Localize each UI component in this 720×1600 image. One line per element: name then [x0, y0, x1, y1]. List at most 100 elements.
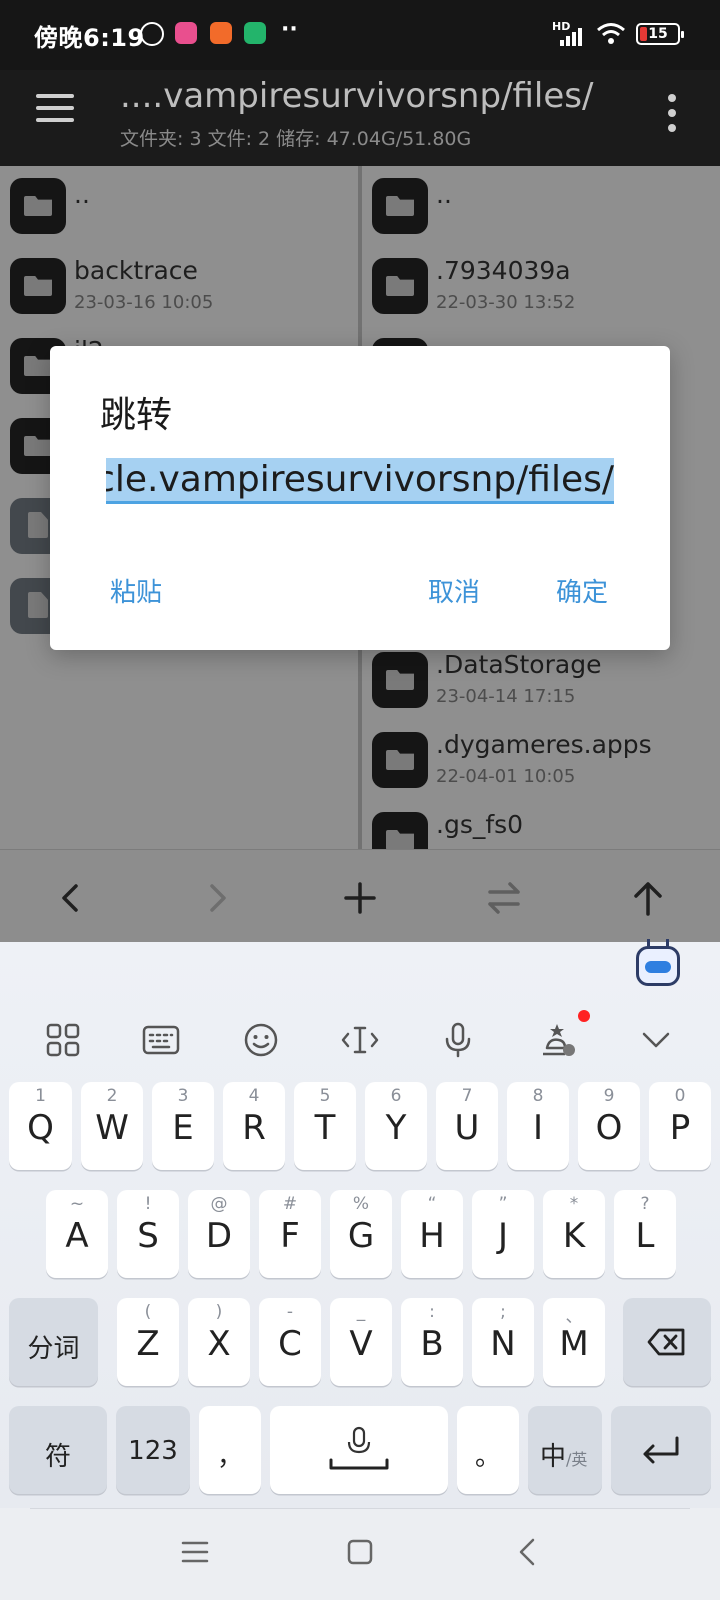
menu-icon[interactable] [36, 94, 76, 124]
numbers-key[interactable]: 123 [116, 1406, 190, 1494]
signal-icon [560, 28, 586, 46]
keyboard-layout-icon[interactable] [139, 1018, 183, 1062]
key-b[interactable]: :B [401, 1298, 463, 1386]
key-g[interactable]: % G [330, 1190, 392, 1278]
storage-info: 文件夹: 3 文件: 2 储存: 47.04G/51.80G [120, 128, 472, 150]
paste-button[interactable]: 粘贴 [110, 572, 162, 609]
key-u[interactable]: 7U [436, 1082, 498, 1170]
key-c[interactable]: -C [259, 1298, 321, 1386]
list-item[interactable]: .7934039a 22-03-30 13:52 [362, 246, 720, 326]
key-e[interactable]: 3E [152, 1082, 214, 1170]
current-path[interactable]: ....vampiresurvivorsnp/files/ [120, 76, 593, 116]
key-s[interactable]: ! S [117, 1190, 179, 1278]
microphone-icon[interactable] [436, 1018, 480, 1062]
cancel-button[interactable]: 取消 [428, 572, 480, 609]
symbols-key[interactable]: 符 [9, 1406, 107, 1494]
key-y[interactable]: 6Y [365, 1082, 427, 1170]
key-a[interactable]: ~ A [46, 1190, 108, 1278]
key-z[interactable]: (Z [117, 1298, 179, 1386]
list-item[interactable]: .gs_fs0 [362, 800, 720, 849]
phone-icon [244, 22, 266, 44]
list-item[interactable]: .. [362, 166, 720, 246]
enter-key[interactable] [611, 1406, 711, 1494]
bottom-toolbar [0, 849, 720, 942]
battery-icon: 15 [636, 23, 684, 45]
forward-icon[interactable] [194, 876, 238, 920]
key-x[interactable]: ) X [188, 1298, 250, 1386]
key-i[interactable]: 8I [507, 1082, 569, 1170]
recents-icon[interactable] [175, 1532, 215, 1572]
language-toggle-key[interactable]: 中/英 [528, 1406, 602, 1494]
jump-dialog: 跳转 ncle.vampiresurvivorsnp/files/ 粘贴 取消 … [50, 346, 670, 650]
list-item[interactable]: .. [0, 166, 358, 246]
key-p[interactable]: 0P [649, 1082, 711, 1170]
more-options-icon[interactable] [666, 94, 678, 134]
confirm-button[interactable]: 确定 [556, 572, 608, 609]
key-f[interactable]: # F [259, 1190, 321, 1278]
back-icon[interactable] [50, 876, 94, 920]
key-q[interactable]: 1Q [9, 1082, 72, 1170]
keyboard-toolbar [0, 1002, 720, 1082]
folder-icon [372, 258, 428, 314]
skin-ad-icon[interactable] [535, 1018, 579, 1062]
up-icon[interactable] [626, 876, 670, 920]
file-name: .dygameres.apps [436, 730, 652, 759]
list-item[interactable]: .dygameres.apps 22-04-01 10:05 [362, 720, 720, 800]
more-notifications-icon: ·· [281, 17, 298, 42]
key-n[interactable]: ; N [472, 1298, 534, 1386]
bilibili-app-icon [175, 22, 197, 44]
key-r[interactable]: 4R [223, 1082, 285, 1170]
swap-icon[interactable] [482, 876, 526, 920]
file-name: backtrace [74, 256, 198, 285]
folder-icon [10, 178, 66, 234]
key-t[interactable]: 5T [294, 1082, 356, 1170]
key-m[interactable]: 、 M [543, 1298, 605, 1386]
add-icon[interactable] [338, 876, 382, 920]
file-name: .DataStorage [436, 650, 602, 679]
home-icon[interactable] [340, 1532, 380, 1572]
emoji-icon[interactable] [239, 1018, 283, 1062]
path-input[interactable]: ncle.vampiresurvivorsnp/files/ [106, 456, 614, 504]
word-segment-key[interactable]: 分词 [9, 1298, 98, 1386]
alarm-icon [140, 22, 164, 46]
space-mic-icon [329, 1426, 389, 1470]
backspace-icon [647, 1328, 685, 1356]
system-nav-bar [0, 1508, 720, 1600]
comma-key[interactable]: ， [199, 1406, 261, 1494]
file-name: .. [436, 180, 452, 209]
file-date: 23-04-14 17:15 [436, 686, 576, 707]
key-k[interactable]: * K [543, 1190, 605, 1278]
status-bar: 傍晚6:19 ·· HD 15 [0, 0, 720, 70]
file-name: .. [74, 180, 90, 209]
key-o[interactable]: 9O [578, 1082, 640, 1170]
key-l[interactable]: ? L [614, 1190, 676, 1278]
key-w[interactable]: 2W [81, 1082, 143, 1170]
folder-icon [372, 178, 428, 234]
apps-grid-icon[interactable] [41, 1018, 85, 1062]
file-name: .gs_fs0 [436, 810, 524, 839]
list-item[interactable]: backtrace 23-03-16 10:05 [0, 246, 358, 326]
key-v[interactable]: _ V [330, 1298, 392, 1386]
battery-level: 15 [648, 26, 668, 42]
space-key[interactable] [270, 1406, 448, 1494]
text-cursor-icon[interactable] [338, 1018, 382, 1062]
dialog-title: 跳转 [100, 395, 173, 436]
period-key[interactable]: 。 [457, 1406, 519, 1494]
notification-dot [578, 1010, 590, 1022]
file-name: .7934039a [436, 256, 571, 285]
folder-icon [372, 812, 428, 849]
status-time: 傍晚6:19 [34, 24, 145, 52]
nav-back-icon[interactable] [508, 1532, 548, 1572]
backspace-key[interactable] [623, 1298, 711, 1386]
key-j[interactable]: ” J [472, 1190, 534, 1278]
key-d[interactable]: @ D [188, 1190, 250, 1278]
folder-icon [10, 258, 66, 314]
file-date: 22-04-01 10:05 [436, 766, 576, 787]
collapse-keyboard-icon[interactable] [634, 1018, 678, 1062]
ime-keyboard: 1Q 2W 3E 4R 5T 6Y 7U 8I 9O 0P ~ A ! S @ D #… [0, 939, 720, 1508]
enter-icon [643, 1436, 679, 1464]
path-input-text[interactable]: ncle.vampiresurvivorsnp/files/ [106, 458, 614, 501]
list-item[interactable]: .DataStorage 23-04-14 17:15 [362, 640, 720, 720]
key-h[interactable]: “H [401, 1190, 463, 1278]
keyboard-mascot-icon[interactable] [636, 939, 680, 986]
